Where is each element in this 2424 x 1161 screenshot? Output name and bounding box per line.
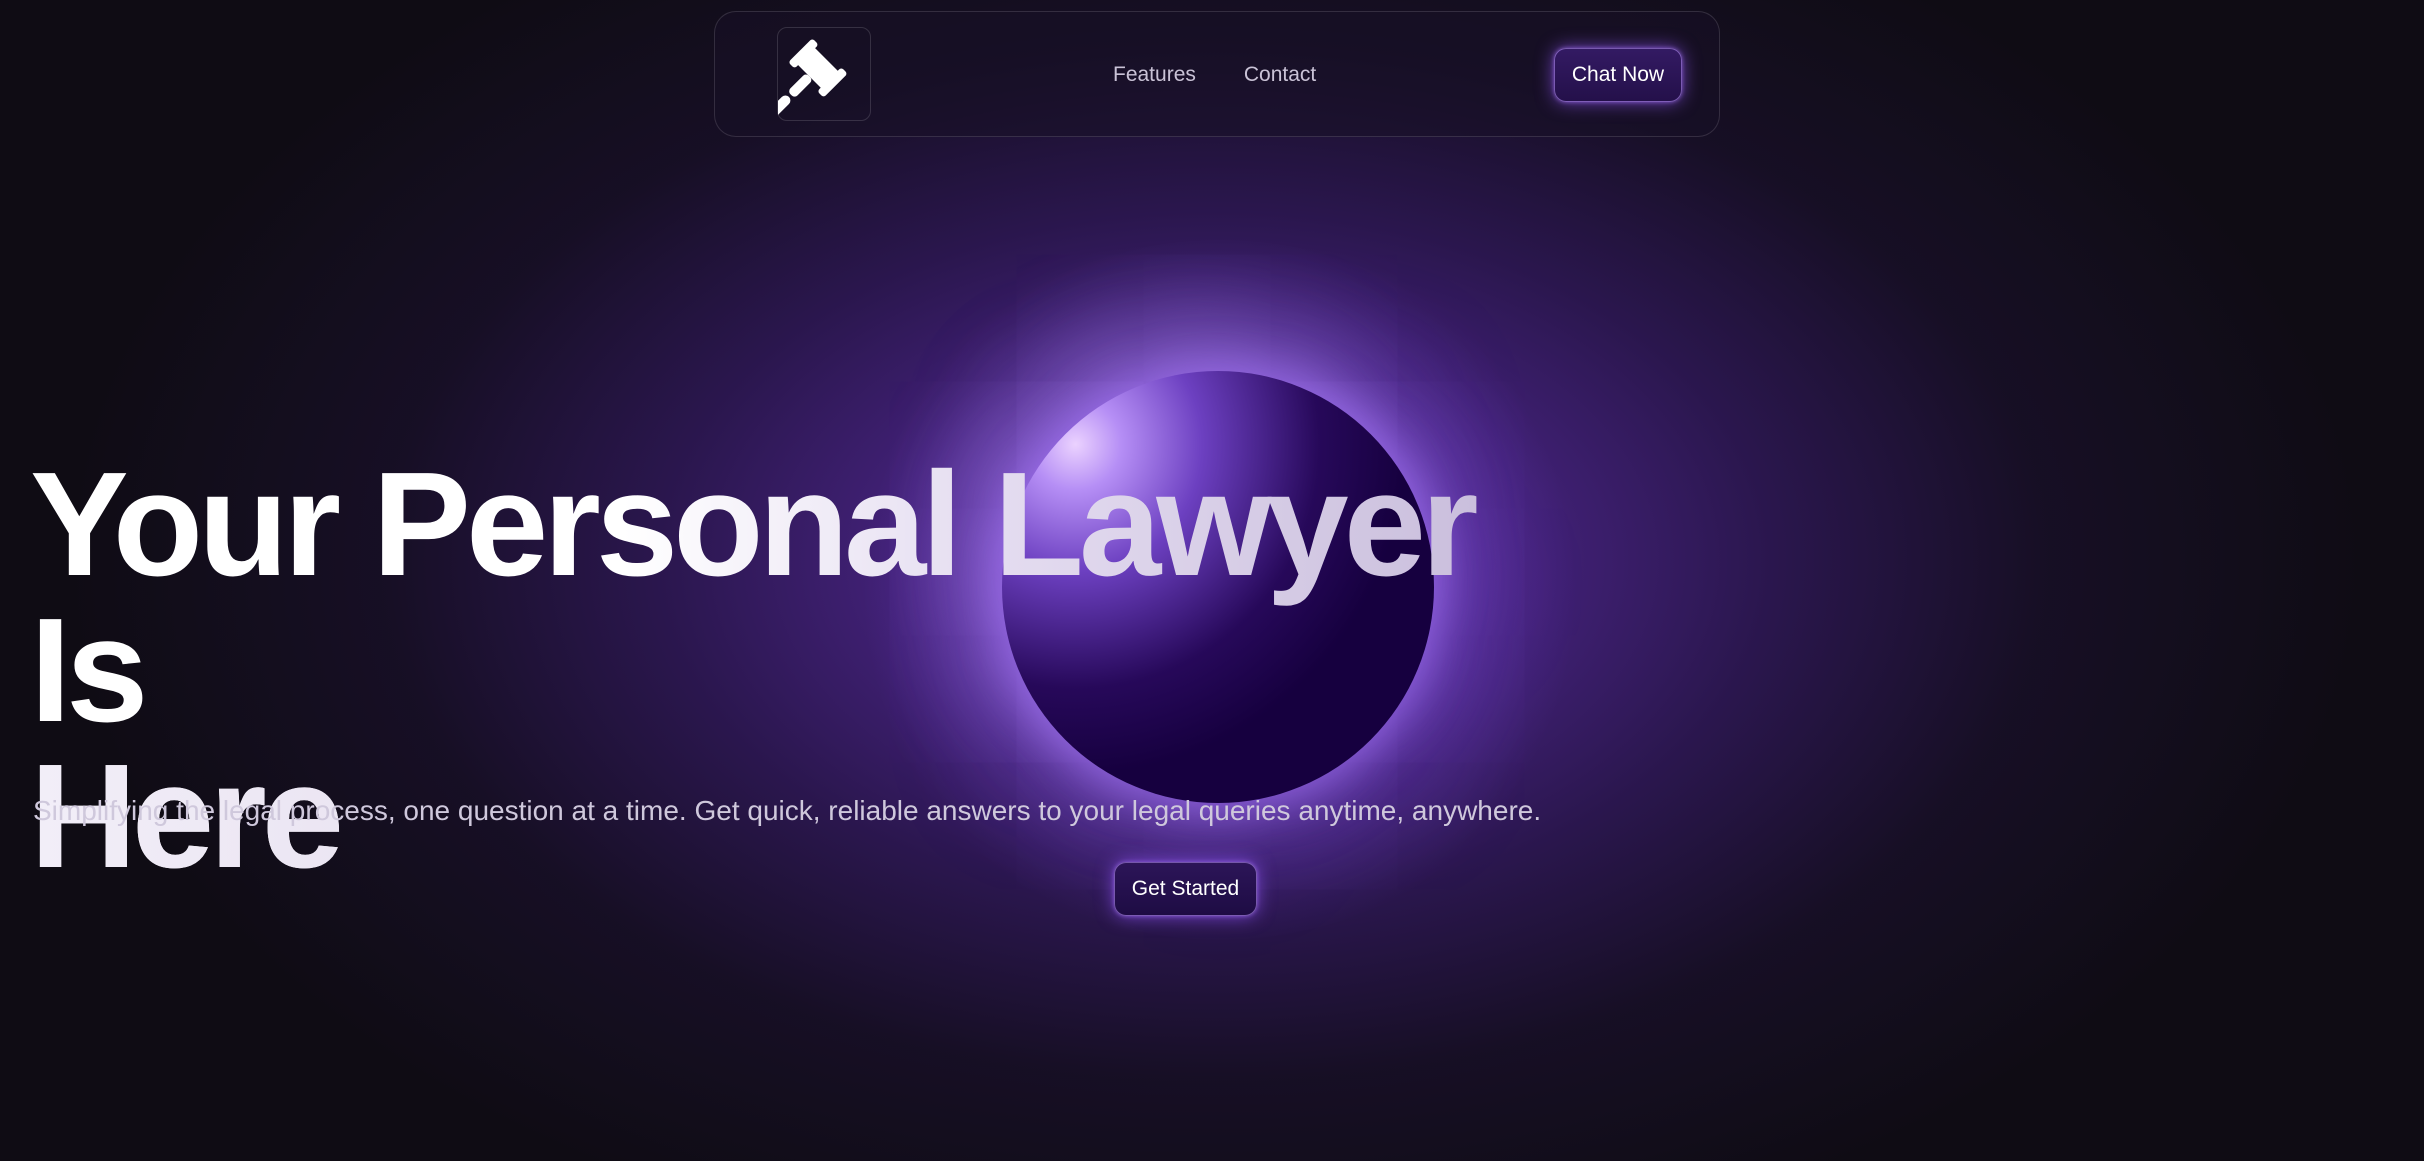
- hero-title-line1: Your Personal Lawyer Is: [30, 442, 1474, 753]
- get-started-button[interactable]: Get Started: [1114, 862, 1257, 916]
- navbar: Features Contact Chat Now: [714, 11, 1720, 137]
- logo-link[interactable]: [777, 27, 871, 121]
- landing-page: Features Contact Chat Now Your Personal …: [0, 0, 2424, 1161]
- nav-link-features[interactable]: Features: [1113, 63, 1196, 87]
- chat-now-button[interactable]: Chat Now: [1554, 48, 1682, 102]
- gavel-icon: [778, 39, 847, 120]
- nav-link-contact[interactable]: Contact: [1244, 63, 1316, 87]
- nav-links: Features Contact: [1113, 12, 1316, 138]
- hero-subtitle: Simplifying the legal process, one quest…: [33, 795, 1542, 826]
